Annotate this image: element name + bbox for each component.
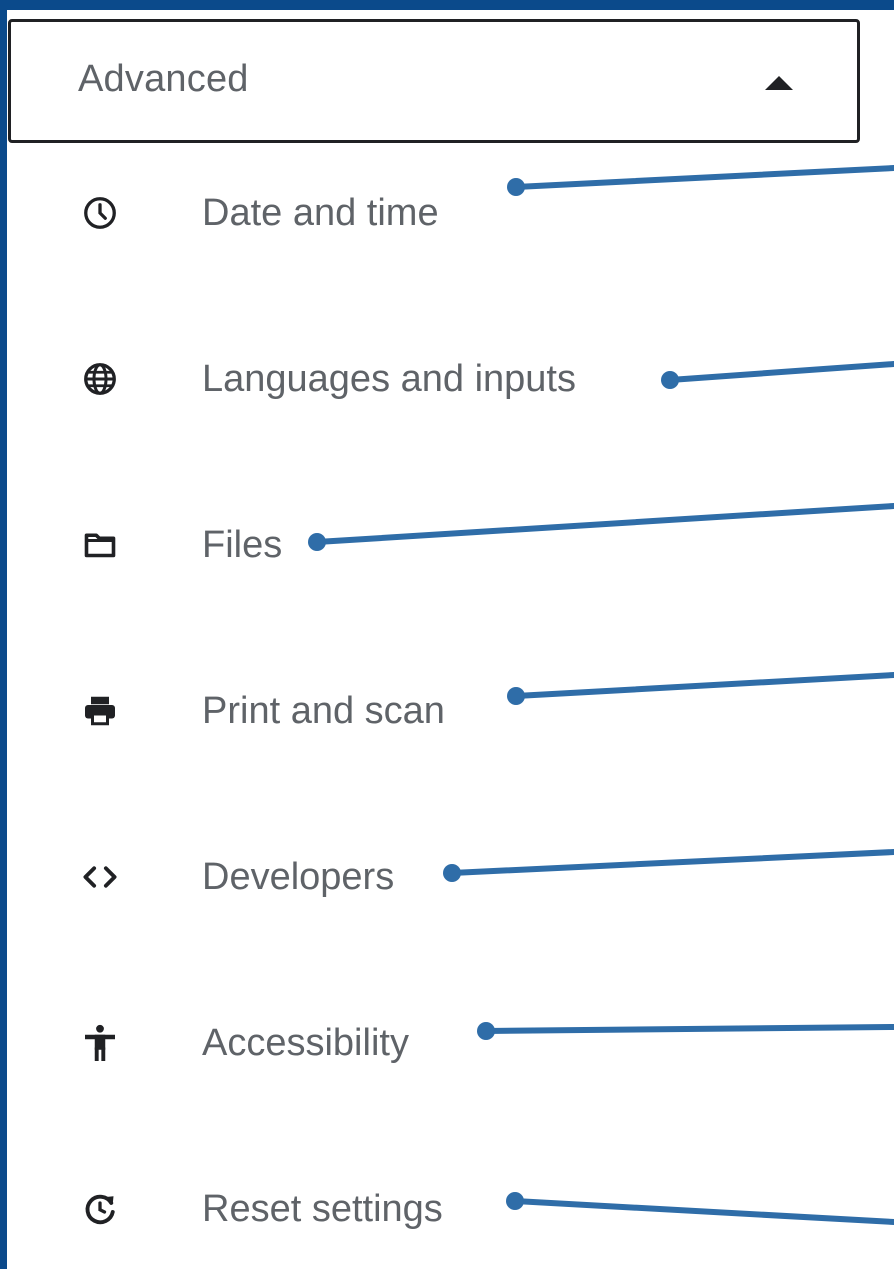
printer-icon [78,666,122,756]
frame-top-border [0,0,894,10]
reset-icon [78,1164,122,1254]
code-brackets-icon [78,832,122,922]
caret-up-icon[interactable] [765,76,793,90]
folder-icon [78,500,122,590]
menu-item-label: Developers [202,856,395,898]
advanced-section-title: Advanced [78,58,249,100]
menu-item-label: Date and time [202,192,439,234]
menu-item-files[interactable]: Files [60,500,620,590]
menu-item-languages-and-inputs[interactable]: Languages and inputs [60,334,620,424]
menu-item-date-and-time[interactable]: Date and time [60,168,620,258]
menu-item-accessibility[interactable]: Accessibility [60,998,620,1088]
advanced-section-header[interactable]: Advanced [8,19,860,143]
menu-item-label: Accessibility [202,1022,409,1064]
menu-item-label: Reset settings [202,1188,443,1230]
menu-item-reset-settings[interactable]: Reset settings [60,1164,620,1254]
accessibility-icon [78,998,122,1088]
menu-item-label: Files [202,524,283,566]
frame-left-border [0,0,7,1269]
menu-item-label: Languages and inputs [202,358,576,400]
clock-icon [78,168,122,258]
menu-item-label: Print and scan [202,690,445,732]
menu-item-print-and-scan[interactable]: Print and scan [60,666,620,756]
globe-icon [78,334,122,424]
menu-item-developers[interactable]: Developers [60,832,620,922]
